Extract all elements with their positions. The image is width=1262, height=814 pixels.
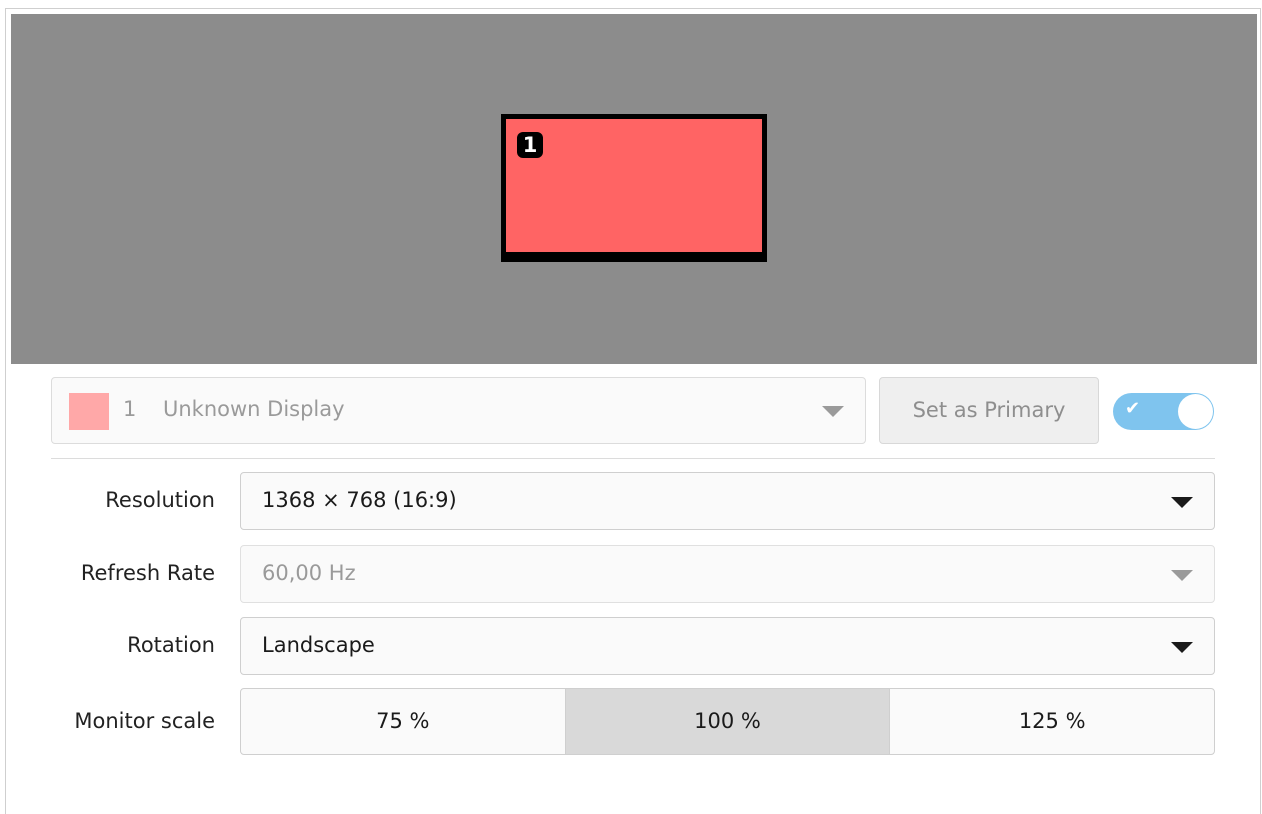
resolution-label: Resolution xyxy=(105,488,215,512)
scale-option-75[interactable]: 75 % xyxy=(241,689,565,754)
scale-option-125[interactable]: 125 % xyxy=(889,689,1214,754)
display-number: 1 xyxy=(123,397,137,421)
chevron-down-icon xyxy=(1171,497,1193,508)
resolution-dropdown[interactable]: 1368 × 768 (16:9) xyxy=(240,472,1215,530)
monitor-1-tile[interactable]: 1 xyxy=(501,114,767,262)
monitor-1-surface[interactable]: 1 xyxy=(506,119,762,252)
rotation-value: Landscape xyxy=(262,633,375,657)
monitor-arrangement-preview: 1 xyxy=(11,14,1257,364)
rotation-label: Rotation xyxy=(127,633,215,657)
monitor-number-badge: 1 xyxy=(517,132,543,158)
chevron-down-icon xyxy=(1171,570,1193,581)
check-icon: ✔ xyxy=(1125,398,1141,419)
display-selector[interactable]: 1 Unknown Display xyxy=(51,377,866,444)
refresh-rate-label: Refresh Rate xyxy=(80,561,215,585)
refresh-rate-dropdown[interactable]: 60,00 Hz xyxy=(240,545,1215,603)
chevron-down-icon xyxy=(822,406,844,417)
refresh-rate-value: 60,00 Hz xyxy=(262,561,356,585)
display-color-swatch xyxy=(69,393,109,430)
display-name: Unknown Display xyxy=(163,397,345,421)
resolution-value: 1368 × 768 (16:9) xyxy=(262,488,457,512)
chevron-down-icon xyxy=(1171,642,1193,653)
rotation-dropdown[interactable]: Landscape xyxy=(240,617,1215,675)
set-as-primary-button[interactable]: Set as Primary xyxy=(879,377,1099,444)
display-enabled-toggle[interactable]: ✔ xyxy=(1113,393,1214,430)
monitor-scale-label: Monitor scale xyxy=(74,709,215,733)
monitor-scale-selector: 75 % 100 % 125 % xyxy=(240,688,1215,755)
toggle-knob xyxy=(1178,394,1213,429)
divider xyxy=(51,458,1215,459)
scale-option-100[interactable]: 100 % xyxy=(564,689,890,754)
